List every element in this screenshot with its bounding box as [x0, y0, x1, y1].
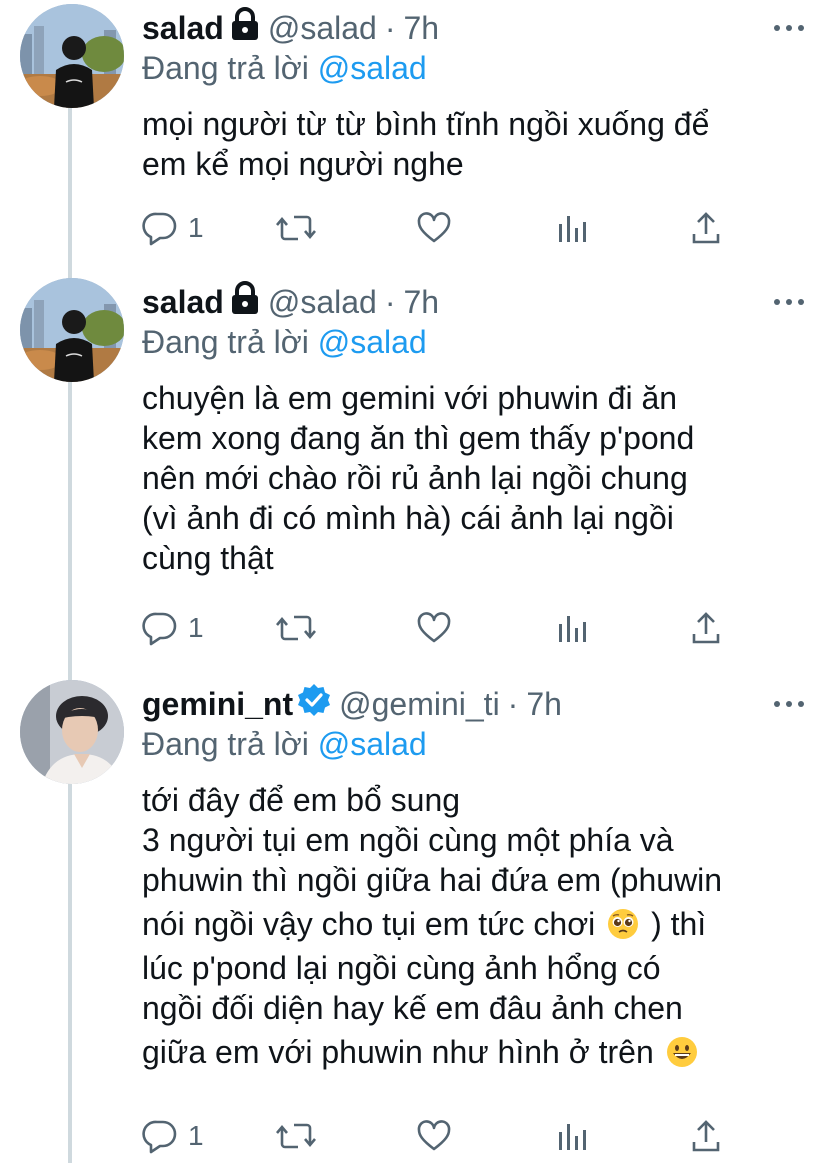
tweet-text: chuyện là em gemini với phuwin đi ăn kem…	[142, 378, 802, 578]
like-icon	[417, 612, 451, 643]
avatar-photo	[20, 680, 124, 784]
text-line: chuyện là em gemini với phuwin đi ăn	[142, 380, 678, 416]
retweet-icon	[276, 215, 316, 241]
analytics-icon	[559, 1124, 586, 1150]
separator: ·	[507, 685, 519, 722]
retweet-button[interactable]	[276, 608, 326, 648]
display-name[interactable]: salad	[142, 10, 224, 47]
tweet[interactable]: salad @salad · 7h Đang trả lời @salad ch…	[0, 274, 828, 674]
retweet-icon	[276, 1123, 316, 1149]
action-bar: 1	[142, 608, 742, 648]
mention-link[interactable]: @salad	[318, 726, 427, 762]
analytics-icon	[559, 616, 586, 642]
tweet-text: tới đây để em bổ sung 3 người tụi em ngồ…	[142, 780, 802, 1072]
reply-count: 1	[188, 1120, 204, 1151]
replying-to-label: Đang trả lời	[142, 50, 309, 86]
retweet-button[interactable]	[276, 208, 326, 248]
text-line: phuwin thì ngồi giữa hai đứa em (phuwin	[142, 862, 723, 898]
reply-icon	[142, 1120, 177, 1154]
retweet-icon	[276, 615, 316, 641]
text-line: 3 người tụi em ngồi cùng một phía và	[142, 822, 674, 858]
avatar-photo	[20, 278, 124, 382]
more-options-icon[interactable]	[774, 292, 804, 312]
lock-icon	[230, 281, 260, 323]
tweet-header: salad @salad · 7h	[142, 280, 439, 324]
retweet-button[interactable]	[276, 1116, 326, 1156]
reply-button[interactable]: 1	[142, 608, 204, 648]
timestamp[interactable]: 7h	[526, 686, 562, 723]
text-line: ngồi đối diện hay kế em đâu ảnh chen	[142, 990, 683, 1026]
like-button[interactable]	[416, 208, 462, 248]
text-line: em kể mọi người nghe	[142, 146, 464, 182]
reply-icon	[142, 212, 177, 246]
avatar-photo	[20, 4, 124, 108]
text-line-with-emoji: giữa em với phuwin như hình ở trên	[142, 1032, 802, 1072]
more-options-icon[interactable]	[774, 18, 804, 38]
action-bar: 1	[142, 208, 742, 248]
share-icon	[692, 612, 720, 644]
mention-link[interactable]: @salad	[318, 324, 427, 360]
avatar[interactable]	[20, 680, 124, 784]
share-button[interactable]	[690, 1116, 722, 1156]
analytics-icon	[559, 216, 586, 242]
analytics-button[interactable]	[556, 608, 588, 648]
timestamp[interactable]: 7h	[403, 284, 439, 321]
reply-button[interactable]: 1	[142, 1116, 204, 1156]
verified-badge-icon	[297, 683, 331, 725]
display-name[interactable]: gemini_nt	[142, 686, 293, 723]
like-button[interactable]	[416, 608, 462, 648]
tweet-header: gemini_nt @gemini_ti · 7h	[142, 682, 562, 726]
text-line: kem xong đang ăn thì gem thấy p'pond	[142, 420, 695, 456]
text-line: (vì ảnh đi có mình hà) cái ảnh lại ngồi	[142, 500, 674, 536]
like-icon	[417, 212, 451, 243]
text-line: lúc p'pond lại ngồi cùng ảnh hổng có	[142, 950, 661, 986]
tweet[interactable]: salad @salad · 7h Đang trả lời @salad mọ…	[0, 0, 828, 270]
action-bar: 1	[142, 1116, 742, 1156]
text-line: cùng thật	[142, 540, 274, 576]
separator: ·	[384, 9, 396, 46]
replying-to: Đang trả lời @salad	[142, 50, 427, 87]
handle[interactable]: @salad	[268, 10, 377, 47]
text-segment: nói ngồi vậy cho tụi em tức chơi	[142, 906, 596, 942]
replying-to-label: Đang trả lời	[142, 324, 309, 360]
display-name[interactable]: salad	[142, 284, 224, 321]
mention-link[interactable]: @salad	[318, 50, 427, 86]
grinning-face-emoji	[666, 1037, 697, 1067]
like-icon	[417, 1120, 451, 1151]
text-line: tới đây để em bổ sung	[142, 782, 461, 818]
text-line: nên mới chào rồi rủ ảnh lại ngồi chung	[142, 460, 688, 496]
reply-button[interactable]: 1	[142, 208, 204, 248]
like-button[interactable]	[416, 1116, 462, 1156]
more-options-icon[interactable]	[774, 694, 804, 714]
handle[interactable]: @salad	[268, 284, 377, 321]
tweet-text: mọi người từ từ bình tĩnh ngồi xuống để …	[142, 104, 802, 184]
pleading-face-emoji	[608, 909, 639, 939]
text-segment: ) thì	[651, 906, 707, 942]
tweet-header: salad @salad · 7h	[142, 6, 439, 50]
replying-to: Đang trả lời @salad	[142, 324, 427, 361]
handle[interactable]: @gemini_ti	[339, 686, 500, 723]
timestamp[interactable]: 7h	[403, 10, 439, 47]
analytics-button[interactable]	[556, 208, 588, 248]
reply-count: 1	[188, 212, 204, 243]
replying-to-label: Đang trả lời	[142, 726, 309, 762]
share-button[interactable]	[690, 608, 722, 648]
share-icon	[692, 1120, 720, 1152]
replying-to: Đang trả lời @salad	[142, 726, 427, 763]
text-segment: giữa em với phuwin như hình ở trên	[142, 1034, 654, 1070]
share-button[interactable]	[690, 208, 722, 248]
reply-count: 1	[188, 612, 204, 643]
share-icon	[692, 212, 720, 244]
separator: ·	[384, 283, 396, 320]
tweet[interactable]: gemini_nt @gemini_ti · 7h Đang trả lời @…	[0, 676, 828, 1163]
avatar[interactable]	[20, 278, 124, 382]
analytics-button[interactable]	[556, 1116, 588, 1156]
lock-icon	[230, 7, 260, 49]
text-line-with-emoji: nói ngồi vậy cho tụi em tức chơi ) thì	[142, 904, 802, 948]
reply-icon	[142, 612, 177, 646]
avatar[interactable]	[20, 4, 124, 108]
text-line: mọi người từ từ bình tĩnh ngồi xuống để	[142, 106, 710, 142]
